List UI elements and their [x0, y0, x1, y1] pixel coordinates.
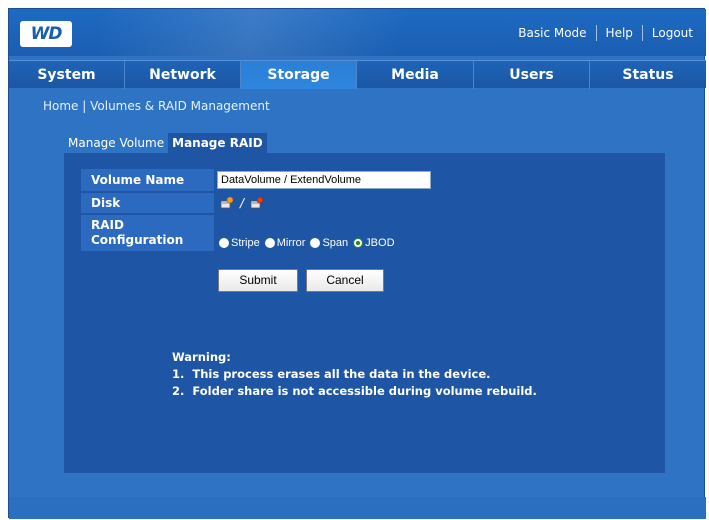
footer-strip [9, 497, 706, 519]
warning-message: Warning: 1. This process erases all the … [172, 349, 537, 400]
radio-label: Stripe [231, 237, 260, 249]
logout-link[interactable]: Logout [643, 26, 702, 40]
app-window: WD Basic Mode Help Logout System Network… [8, 8, 706, 519]
disk-icon[interactable] [220, 196, 234, 210]
manage-raid-panel: Volume Name DataVolume / ExtendVolume Di… [64, 153, 665, 473]
radio-label: JBOD [365, 237, 395, 249]
radio-label: Span [322, 237, 349, 249]
header-decoration [99, 9, 479, 56]
radio-stripe[interactable]: Stripe [219, 237, 260, 249]
help-link[interactable]: Help [597, 26, 642, 40]
warning-item: 2. Folder share is not accessible during… [172, 384, 537, 398]
radio-mirror[interactable]: Mirror [264, 237, 306, 249]
raid-label-line2: Configuration [91, 233, 184, 247]
tab-manage-volume[interactable]: Manage Volume [64, 133, 168, 153]
radio-jbod[interactable]: JBOD [353, 237, 395, 249]
raid-configuration-label: RAID Configuration [81, 215, 214, 251]
header-bar: WD Basic Mode Help Logout [9, 9, 706, 56]
radio-dot[interactable] [310, 238, 321, 248]
breadcrumb[interactable]: Home | Volumes & RAID Management [43, 99, 270, 113]
disk-separator: / [240, 196, 245, 210]
volume-name-field[interactable]: DataVolume / ExtendVolume [217, 171, 431, 189]
tab-manage-raid[interactable]: Manage RAID [168, 133, 267, 153]
warning-item: 1. This process erases all the data in t… [172, 367, 491, 381]
tab-storage[interactable]: Storage [241, 61, 357, 89]
disk-label: Disk [81, 193, 214, 213]
tab-users[interactable]: Users [474, 61, 590, 89]
tab-status[interactable]: Status [590, 61, 706, 89]
tab-media[interactable]: Media [357, 61, 474, 89]
raid-label-line1: RAID [91, 218, 124, 232]
sub-tabs: Manage Volume Manage RAID [64, 133, 267, 153]
main-nav: System Network Storage Media Users Statu… [9, 60, 706, 89]
radio-dot[interactable] [219, 238, 229, 248]
cancel-button[interactable]: Cancel [306, 269, 384, 292]
disk-icons: / [220, 195, 264, 211]
wd-logo: WD [20, 21, 72, 47]
raid-options: Stripe Mirror Span JBOD [219, 235, 400, 251]
disk-icon[interactable] [250, 196, 264, 210]
radio-span[interactable]: Span [310, 237, 348, 249]
radio-dot[interactable] [264, 238, 275, 248]
radio-dot[interactable] [353, 238, 364, 248]
radio-label: Mirror [276, 237, 306, 249]
tab-system[interactable]: System [9, 61, 125, 89]
top-links: Basic Mode Help Logout [509, 24, 702, 42]
warning-title: Warning: [172, 350, 231, 364]
volume-name-label: Volume Name [81, 169, 214, 191]
tab-network[interactable]: Network [125, 61, 241, 89]
submit-button[interactable]: Submit [218, 269, 298, 292]
basic-mode-link[interactable]: Basic Mode [509, 26, 595, 40]
